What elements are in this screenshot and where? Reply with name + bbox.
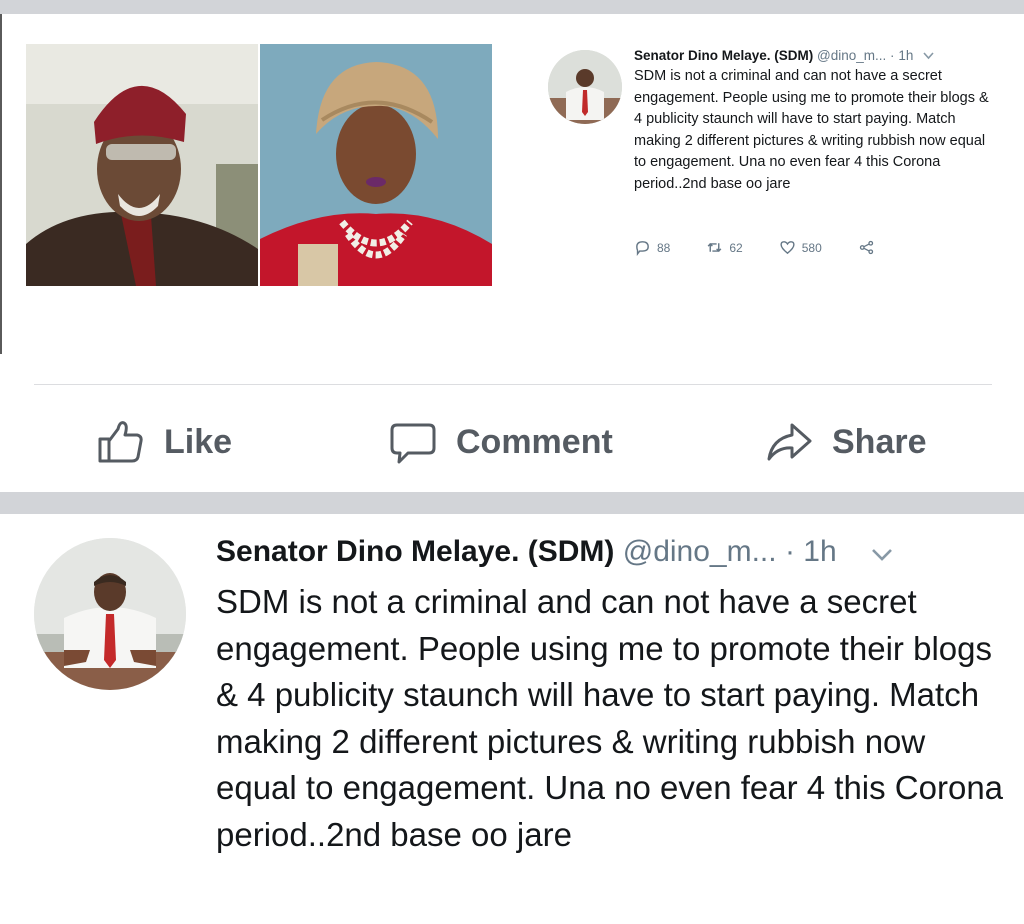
like-count: 580 (801, 240, 822, 255)
chevron-down-icon[interactable] (923, 48, 934, 63)
post-divider (34, 384, 992, 385)
author-handle[interactable]: @dino_m... (817, 48, 886, 63)
avatar[interactable] (34, 538, 186, 690)
time-separator: · (784, 535, 795, 568)
share-icon (859, 240, 873, 255)
retweet-button[interactable]: 62 (706, 239, 743, 256)
top-separator-strip (0, 0, 1024, 14)
like-button[interactable]: Like (96, 412, 232, 472)
facebook-action-bar: Like Comment Share (0, 412, 1024, 472)
photo-woman-in-gele (260, 44, 492, 286)
share-button[interactable]: Share (764, 412, 927, 472)
tweet-action-bar: 88 62 580 (634, 239, 911, 256)
reply-button[interactable]: 88 (634, 239, 670, 256)
author-name[interactable]: Senator Dino Melaye. (SDM) (216, 535, 614, 568)
tweet-time[interactable]: 1h (898, 48, 913, 63)
section-separator-strip (0, 492, 1024, 514)
retweet-count: 62 (729, 240, 743, 255)
time-separator: · (890, 48, 895, 63)
avatar-illustration (548, 50, 622, 124)
tweet-time[interactable]: 1h (803, 535, 836, 568)
reply-count: 88 (657, 240, 671, 255)
photo-man-illustration (26, 44, 258, 286)
share-button[interactable] (858, 239, 875, 256)
photo-man-in-cap (26, 44, 258, 286)
comment-label: Comment (456, 422, 613, 461)
avatar[interactable] (548, 50, 622, 124)
tweet-header: Senator Dino Melaye. (SDM) @dino_m... · … (216, 530, 1006, 575)
like-label: Like (164, 422, 233, 461)
avatar-illustration (34, 538, 186, 690)
retweet-icon (707, 242, 722, 253)
reply-icon (636, 241, 649, 256)
author-name[interactable]: Senator Dino Melaye. (SDM) (634, 48, 813, 63)
like-button[interactable]: 580 (779, 239, 822, 256)
tweet-header: Senator Dino Melaye. (SDM) @dino_m... · … (634, 46, 994, 66)
thumbs-up-icon (98, 421, 143, 463)
heart-icon (780, 241, 795, 255)
photo-woman-illustration (260, 44, 492, 286)
comment-button[interactable]: Comment (388, 412, 613, 472)
left-border-line (0, 14, 2, 354)
speech-bubble-icon (390, 423, 436, 464)
share-label: Share (832, 422, 927, 461)
share-arrow-icon (767, 423, 812, 461)
tweet-text: SDM is not a criminal and can not have a… (634, 68, 989, 192)
tweet-text: SDM is not a criminal and can not have a… (216, 583, 1004, 853)
enlarged-tweet: Senator Dino Melaye. (SDM) @dino_m... · … (216, 530, 1006, 858)
author-handle[interactable]: @dino_m... (623, 535, 777, 568)
chevron-down-icon[interactable] (871, 531, 893, 575)
